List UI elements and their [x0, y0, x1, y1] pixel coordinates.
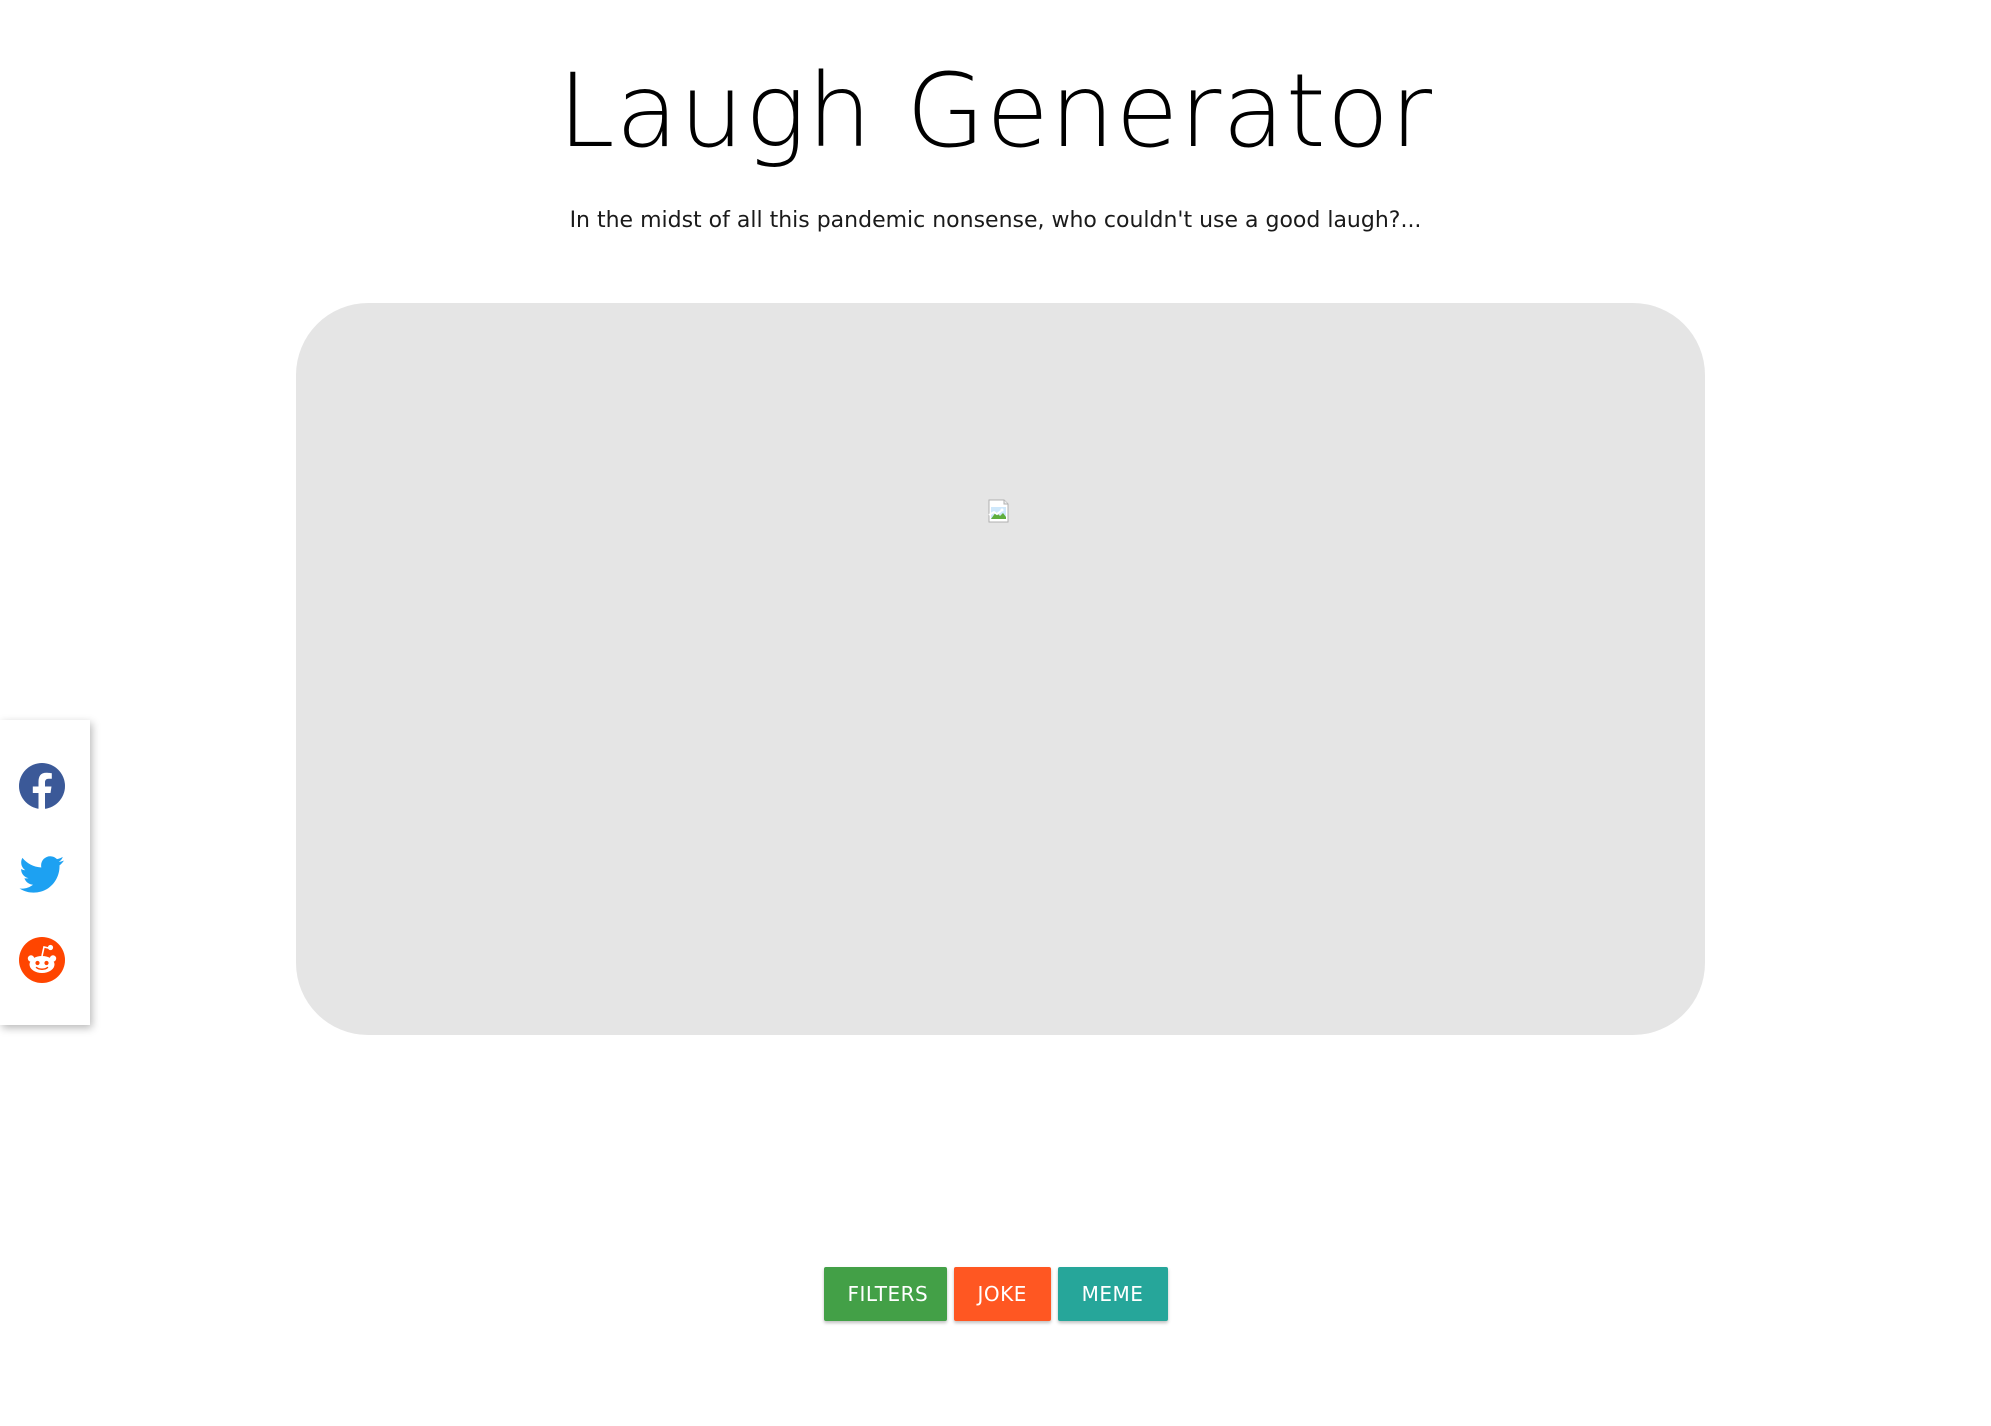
broken-image-icon	[987, 499, 1011, 523]
page-subtitle: In the midst of all this pandemic nonsen…	[569, 208, 1422, 233]
action-bar: FILTERS JOKE MEME	[0, 1267, 1991, 1323]
page-title: Laugh Generator	[557, 52, 1434, 171]
facebook-icon	[19, 763, 65, 809]
joke-button[interactable]: JOKE	[953, 1267, 1051, 1321]
filters-button[interactable]: FILTERS	[823, 1267, 947, 1321]
meme-button[interactable]: MEME	[1057, 1267, 1168, 1321]
content-card	[296, 303, 1705, 1035]
reddit-icon	[19, 937, 65, 983]
reddit-share-button[interactable]	[18, 936, 66, 984]
twitter-icon	[19, 856, 64, 893]
twitter-share-button[interactable]	[18, 850, 66, 898]
share-panel	[0, 720, 90, 1025]
facebook-share-button[interactable]	[18, 762, 66, 810]
